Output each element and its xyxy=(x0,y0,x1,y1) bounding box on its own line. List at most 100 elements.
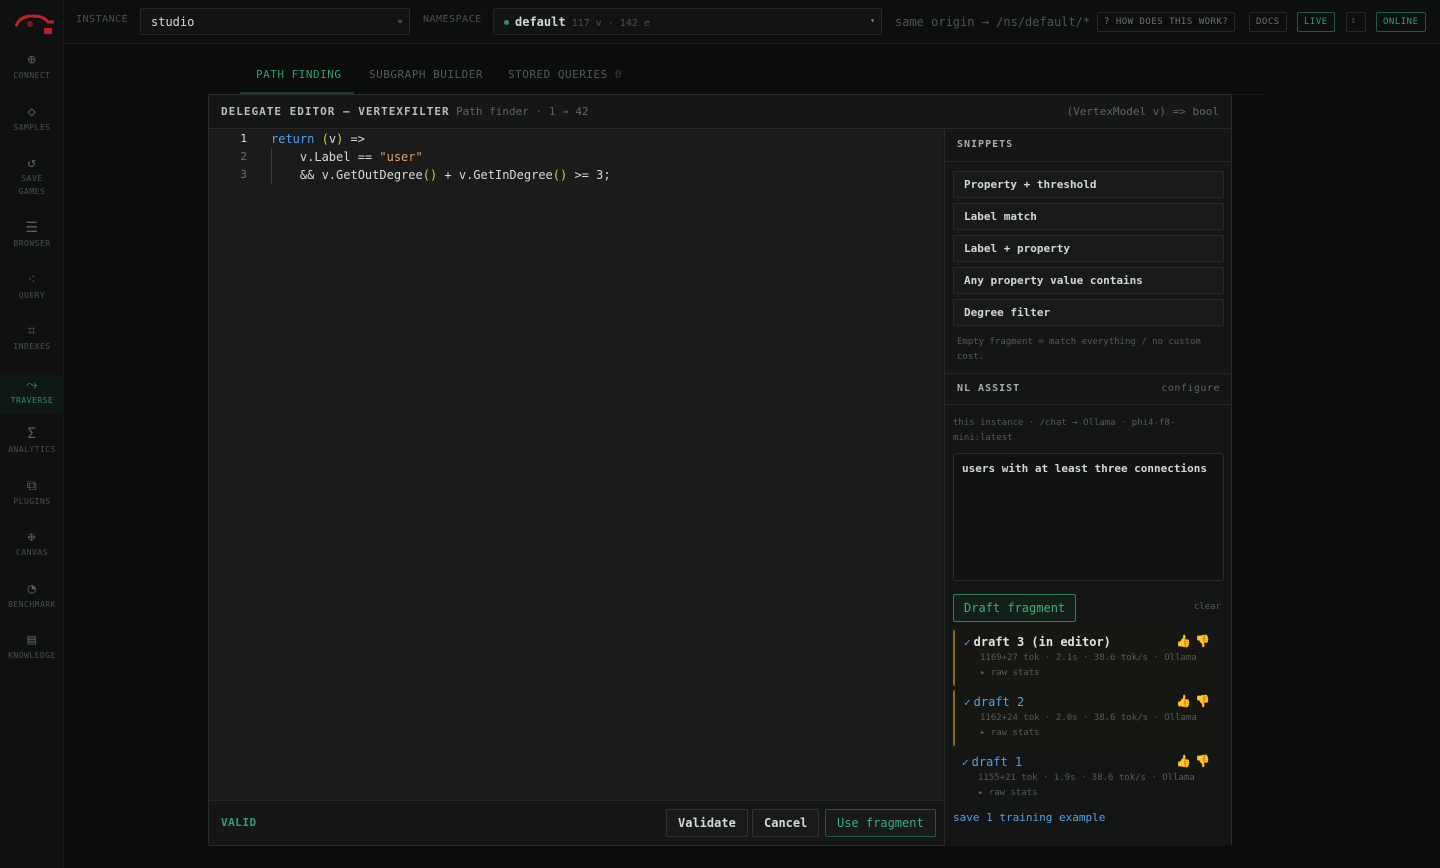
namespace-value: default xyxy=(515,15,566,29)
snippet-item[interactable]: Degree filter xyxy=(953,299,1224,326)
origin-text: same origin → /ns/default/* xyxy=(895,15,1091,29)
rail-item-label: INDEXES xyxy=(13,342,51,351)
namespace-meta: 117 v · 142 e xyxy=(571,18,650,29)
traverse-icon: ⤳ xyxy=(26,377,38,393)
snippet-item[interactable]: Label match xyxy=(953,203,1224,230)
rail-item-label: CONNECT xyxy=(13,71,51,80)
instance-value: studio xyxy=(151,15,195,29)
rail-item-label: TRAVERSE xyxy=(10,396,54,405)
draft-item[interactable]: ✓ draft 3 (in editor) 👍👎 1169+27 tok · 2.… xyxy=(953,630,1224,686)
plugins-icon: ⧉ xyxy=(26,478,38,494)
draft-title: ✓ draft 1 xyxy=(962,755,1022,769)
rail-item-plugins[interactable]: ⧉ PLUGINS xyxy=(0,478,64,509)
query-icon: ⁖ xyxy=(27,272,37,288)
validation-status: VALID xyxy=(221,816,257,829)
save-training-example-link[interactable]: save 1 training example xyxy=(953,811,1105,824)
online-badge: ONLINE xyxy=(1376,12,1426,32)
rail-item-benchmark[interactable]: ◔ BENCHMARK xyxy=(0,581,64,612)
modal-title: DELEGATE EDITOR — VERTEXFILTER xyxy=(221,105,450,118)
rail-item-query[interactable]: ⁖ QUERY xyxy=(0,272,64,303)
snippet-item[interactable]: Property + threshold xyxy=(953,171,1224,198)
raw-stats-toggle[interactable]: ▸ raw stats xyxy=(980,728,1040,738)
analytics-icon: Σ xyxy=(27,426,37,442)
modal-signature: (VertexModel v) => bool xyxy=(1066,105,1219,118)
delegate-editor-modal: DELEGATE EDITOR — VERTEXFILTER Path find… xyxy=(208,94,1232,846)
code-line: 1 return (v) => xyxy=(209,130,943,148)
chevron-down-icon: ▾ xyxy=(870,16,875,25)
tab-stored-queries[interactable]: STORED QUERIES 0 xyxy=(508,68,622,89)
nl-prompt-input[interactable]: users with at least three connections xyxy=(953,453,1224,581)
code-text: v.Label == "user" xyxy=(271,150,423,164)
line-number: 1 xyxy=(240,132,247,145)
rail-item-analytics[interactable]: Σ ANALYTICS xyxy=(0,426,64,457)
draft-item[interactable]: ✓ draft 2 👍👎 1162+24 tok · 2.0s · 38.6 to… xyxy=(953,690,1224,746)
draft-meta: 1162+24 tok · 2.0s · 38.6 tok/s · Ollama xyxy=(980,713,1197,723)
draft-title: ✓ draft 3 (in editor) xyxy=(964,635,1111,649)
validate-button[interactable]: Validate xyxy=(666,809,748,837)
rail-item-label: BROWSER xyxy=(13,239,51,248)
namespace-select[interactable]: default 117 v · 142 e ▾ xyxy=(493,8,882,35)
samples-icon: ◇ xyxy=(27,104,37,120)
clear-link[interactable]: clear xyxy=(1194,602,1221,612)
connect-icon: ⊕ xyxy=(27,52,37,68)
use-fragment-button[interactable]: Use fragment xyxy=(825,809,936,837)
draft-meta: 1155+21 tok · 1.9s · 38.6 tok/s · Ollama xyxy=(978,773,1195,783)
tab-path-finding[interactable]: PATH FINDING xyxy=(256,68,341,89)
snippets-title: SNIPPETS xyxy=(957,139,1014,150)
rail-item-label: PLUGINS xyxy=(13,497,51,506)
modal-footer: VALID Validate Cancel Use fragment xyxy=(209,800,944,845)
instance-label: INSTANCE xyxy=(76,14,129,25)
rail-item-samples[interactable]: ◇ SAMPLES xyxy=(0,104,64,135)
tab-subgraph-builder[interactable]: SUBGRAPH BUILDER xyxy=(369,68,483,89)
draft-title-text: draft 3 (in editor) xyxy=(973,635,1111,649)
code-text: return (v) => xyxy=(271,132,365,146)
check-icon: ✓ xyxy=(962,756,969,769)
live-badge[interactable]: LIVE xyxy=(1297,12,1335,32)
raw-stats-toggle[interactable]: ▸ raw stats xyxy=(978,788,1038,798)
check-icon: ✓ xyxy=(964,636,971,649)
code-editor[interactable]: 1 return (v) => 2 v.Label == "user" 3 &&… xyxy=(209,130,943,800)
rail-item-traverse[interactable]: ⤳ TRAVERSE xyxy=(0,375,64,414)
chevron-down-icon: ⌄ xyxy=(396,14,403,25)
rail-item-label: QUERY xyxy=(18,291,46,300)
rail-item-label: KNOWLEDGE xyxy=(8,651,56,660)
rail-item-canvas[interactable]: ❉ CANVAS xyxy=(0,529,64,560)
snippet-item[interactable]: Any property value contains xyxy=(953,267,1224,294)
draft-fragment-button[interactable]: Draft fragment xyxy=(953,594,1077,622)
rail-item-indexes[interactable]: ⌗ INDEXES xyxy=(0,323,64,354)
check-icon: ✓ xyxy=(964,696,971,709)
rail-item-save-games[interactable]: ↺ SAVE GAMES xyxy=(0,155,64,199)
snippet-item[interactable]: Label + property xyxy=(953,235,1224,262)
status-dot-icon xyxy=(504,20,509,25)
feedback-icons[interactable]: 👍👎 xyxy=(1176,754,1214,768)
configure-link[interactable]: configure xyxy=(1161,383,1220,394)
browser-icon: ☰ xyxy=(25,220,39,236)
docs-button[interactable]: DOCS xyxy=(1249,12,1287,32)
line-number: 3 xyxy=(240,168,247,181)
how-it-works-button[interactable]: ? HOW DOES THIS WORK? xyxy=(1097,12,1236,32)
draft-title-text: draft 1 xyxy=(971,755,1023,769)
nl-assist-header: NL ASSIST configure xyxy=(945,373,1232,405)
cancel-button[interactable]: Cancel xyxy=(752,809,820,837)
rail-item-browser[interactable]: ☰ BROWSER xyxy=(0,220,64,251)
draft-item[interactable]: ✓ draft 1 👍👎 1155+21 tok · 1.9s · 38.6 to… xyxy=(953,750,1224,806)
rail-item-label: CANVAS xyxy=(16,548,48,557)
raw-stats-toggle[interactable]: ▸ raw stats xyxy=(980,668,1040,678)
rail-item-knowledge[interactable]: ▤ KNOWLEDGE xyxy=(0,632,64,663)
feedback-icons[interactable]: 👍👎 xyxy=(1176,694,1214,708)
instance-select[interactable]: studio ⌄ xyxy=(140,8,410,35)
line-number: 2 xyxy=(240,150,247,163)
rail-item-label: SAMPLES xyxy=(13,123,51,132)
tab-stored-queries-label: STORED QUERIES xyxy=(508,68,608,81)
stored-queries-count: 0 xyxy=(614,68,622,81)
app-logo-icon[interactable] xyxy=(10,8,56,36)
rail-item-label: ANALYTICS xyxy=(8,445,56,454)
canvas-icon: ❉ xyxy=(27,529,37,545)
benchmark-icon: ◔ xyxy=(27,581,37,597)
side-panel: SNIPPETS Property + threshold Label matc… xyxy=(944,130,1232,846)
feedback-icons[interactable]: 👍👎 xyxy=(1176,634,1214,648)
rail-item-connect[interactable]: ⊕ CONNECT xyxy=(0,52,64,83)
save-games-icon: ↺ xyxy=(27,155,37,171)
modal-subtitle: Path finder · 1 → 42 xyxy=(456,105,589,118)
theme-toggle-icon[interactable]: ⦂ xyxy=(1346,12,1366,32)
